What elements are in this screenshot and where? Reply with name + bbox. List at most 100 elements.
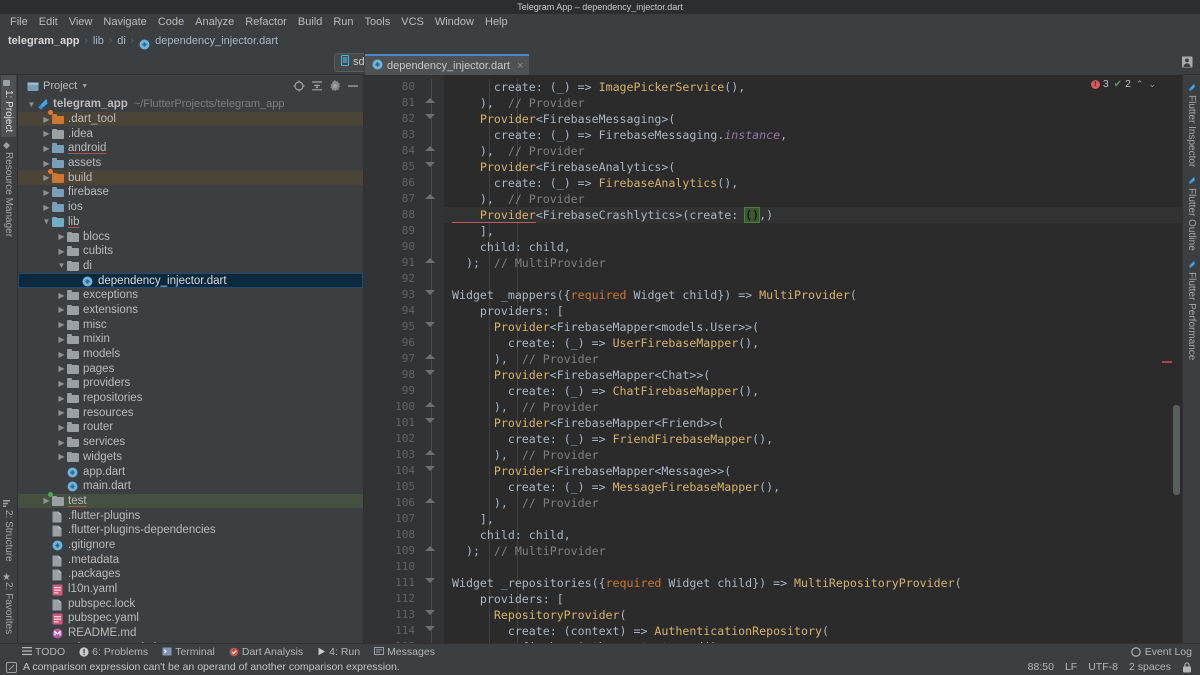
- chevron-right-icon[interactable]: ▶: [56, 305, 67, 314]
- fold-down-icon[interactable]: [425, 114, 435, 119]
- tree-item--packages[interactable]: · .packages: [18, 567, 363, 582]
- fold-cell[interactable]: [422, 111, 444, 127]
- code-line[interactable]: RepositoryProvider(: [444, 607, 1182, 623]
- fold-cell[interactable]: [422, 287, 444, 303]
- fold-down-icon[interactable]: [425, 162, 435, 167]
- fold-cell[interactable]: [422, 367, 444, 383]
- fold-cell[interactable]: [422, 495, 444, 511]
- code-folding-gutter[interactable]: [422, 75, 444, 643]
- line-number[interactable]: 97: [364, 351, 422, 367]
- rail-item-favorites[interactable]: ★ 2: Favorites: [1, 567, 16, 639]
- line-number[interactable]: 93: [364, 287, 422, 303]
- chevron-right-icon[interactable]: ▶: [56, 452, 67, 461]
- breadcrumb-project[interactable]: telegram_app: [8, 35, 80, 47]
- menu-item-window[interactable]: Window: [430, 15, 479, 30]
- fold-up-icon[interactable]: [425, 450, 435, 455]
- bottom-tab-dart-analysis[interactable]: Dart Analysis: [229, 646, 303, 658]
- fold-down-icon[interactable]: [425, 466, 435, 471]
- rail-item-structure[interactable]: 2: Structure: [1, 495, 16, 567]
- line-number[interactable]: 113: [364, 607, 422, 623]
- fold-cell[interactable]: [422, 543, 444, 559]
- code-line[interactable]: ); // MultiProvider: [444, 543, 1182, 559]
- tree-item-l10n-yaml[interactable]: · l10n.yaml: [18, 582, 363, 597]
- tree-item--metadata[interactable]: · .metadata: [18, 552, 363, 567]
- tree-item-telegram-app[interactable]: ▼ telegram_app ~/FlutterProjects/telegram_…: [18, 97, 363, 112]
- line-number[interactable]: 90: [364, 239, 422, 255]
- tree-item-resources[interactable]: ▶ resources: [18, 405, 363, 420]
- fold-up-icon[interactable]: [425, 498, 435, 503]
- line-number[interactable]: 106: [364, 495, 422, 511]
- line-number[interactable]: 87: [364, 191, 422, 207]
- code-line[interactable]: ), // Provider: [444, 447, 1182, 463]
- tree-item-assets[interactable]: ▶ assets: [18, 156, 363, 171]
- code-line[interactable]: Provider<FirebaseMessaging>(: [444, 111, 1182, 127]
- code-line[interactable]: ), // Provider: [444, 191, 1182, 207]
- line-number[interactable]: 100: [364, 399, 422, 415]
- fold-down-icon[interactable]: [425, 610, 435, 615]
- code-line[interactable]: create: (_) => ChatFirebaseMapper(),: [444, 383, 1182, 399]
- fold-cell[interactable]: [422, 463, 444, 479]
- code-line[interactable]: Widget _mappers({required Widget child})…: [444, 287, 1182, 303]
- tree-item-widgets[interactable]: ▶ widgets: [18, 450, 363, 465]
- tree-item-pages[interactable]: ▶ pages: [18, 361, 363, 376]
- tree-item--dart-tool[interactable]: ▶ .dart_tool: [18, 110, 363, 127]
- breadcrumb-item-di[interactable]: di: [117, 35, 126, 47]
- tree-item-services[interactable]: ▶ services: [18, 435, 363, 450]
- menu-item-build[interactable]: Build: [293, 15, 327, 30]
- hide-icon[interactable]: [346, 80, 359, 93]
- tree-item-readme-md[interactable]: · README.md: [18, 626, 363, 641]
- settings-icon[interactable]: [328, 80, 341, 93]
- code-line[interactable]: ],: [444, 511, 1182, 527]
- code-line[interactable]: Provider<FirebaseMapper<models.User>>(: [444, 319, 1182, 335]
- rail-item-resource-manager[interactable]: Resource Manager: [1, 137, 16, 242]
- tree-item--gitignore[interactable]: · .gitignore: [18, 538, 363, 553]
- bottom-tab-messages[interactable]: Messages: [374, 646, 435, 658]
- rail-item-flutter-performance[interactable]: Flutter Performance: [1184, 256, 1199, 365]
- chevron-right-icon[interactable]: ▶: [41, 129, 52, 138]
- chevron-right-icon[interactable]: ▶: [41, 188, 52, 197]
- code-line[interactable]: create: (context) => AuthenticationRepos…: [444, 623, 1182, 639]
- tree-item-telegram-app-iml[interactable]: ·telegram_app.iml: [18, 640, 363, 643]
- fold-up-icon[interactable]: [425, 354, 435, 359]
- fold-up-icon[interactable]: [425, 98, 435, 103]
- fold-cell[interactable]: [422, 95, 444, 111]
- chevron-down-icon[interactable]: ▼: [81, 83, 88, 90]
- line-number[interactable]: 104: [364, 463, 422, 479]
- code-line[interactable]: ), // Provider: [444, 399, 1182, 415]
- error-count[interactable]: ! 3: [1090, 78, 1109, 90]
- chevron-right-icon[interactable]: ▶: [41, 203, 52, 212]
- line-number[interactable]: 108: [364, 527, 422, 543]
- tree-item--idea[interactable]: ▶ .idea: [18, 126, 363, 141]
- line-number[interactable]: 98: [364, 367, 422, 383]
- fold-up-icon[interactable]: [425, 402, 435, 407]
- line-number[interactable]: 81: [364, 95, 422, 111]
- line-number[interactable]: 105: [364, 479, 422, 495]
- line-separator[interactable]: LF: [1065, 661, 1077, 673]
- fold-down-icon[interactable]: [425, 322, 435, 327]
- rail-item-project[interactable]: 1: Project: [1, 75, 16, 138]
- tree-item-android[interactable]: ▶ android: [18, 141, 363, 156]
- line-number[interactable]: 88: [364, 207, 422, 223]
- code-line[interactable]: create: (_) => FirebaseAnalytics(),: [444, 175, 1182, 191]
- code-line[interactable]: ), // Provider: [444, 95, 1182, 111]
- line-number[interactable]: 114: [364, 623, 422, 639]
- rail-item-flutter-outline[interactable]: Flutter Outline: [1184, 172, 1199, 256]
- code-line[interactable]: Provider<FirebaseMapper<Chat>>(: [444, 367, 1182, 383]
- bottom-tab-6-problems[interactable]: 6: Problems: [79, 646, 148, 658]
- breadcrumb-file[interactable]: dependency_injector.dart: [155, 35, 278, 47]
- rail-item-flutter-inspector[interactable]: Flutter Inspector: [1184, 79, 1199, 172]
- warning-count[interactable]: ✔ 2: [1114, 78, 1131, 90]
- tree-item-dependency-injector-dart[interactable]: · dependency_injector.dart: [18, 273, 363, 288]
- fold-up-icon[interactable]: [425, 258, 435, 263]
- fold-down-icon[interactable]: [425, 290, 435, 295]
- code-line[interactable]: providers: [: [444, 303, 1182, 319]
- line-number[interactable]: 102: [364, 431, 422, 447]
- tree-item-ios[interactable]: ▶ ios: [18, 200, 363, 215]
- fold-cell[interactable]: [422, 143, 444, 159]
- chevron-right-icon[interactable]: ▶: [56, 364, 67, 373]
- code-line[interactable]: child: child,: [444, 239, 1182, 255]
- line-number[interactable]: 94: [364, 303, 422, 319]
- line-number[interactable]: 96: [364, 335, 422, 351]
- tree-item-di[interactable]: ▼ di: [18, 259, 363, 274]
- tree-item-test[interactable]: ▶ test: [18, 491, 363, 509]
